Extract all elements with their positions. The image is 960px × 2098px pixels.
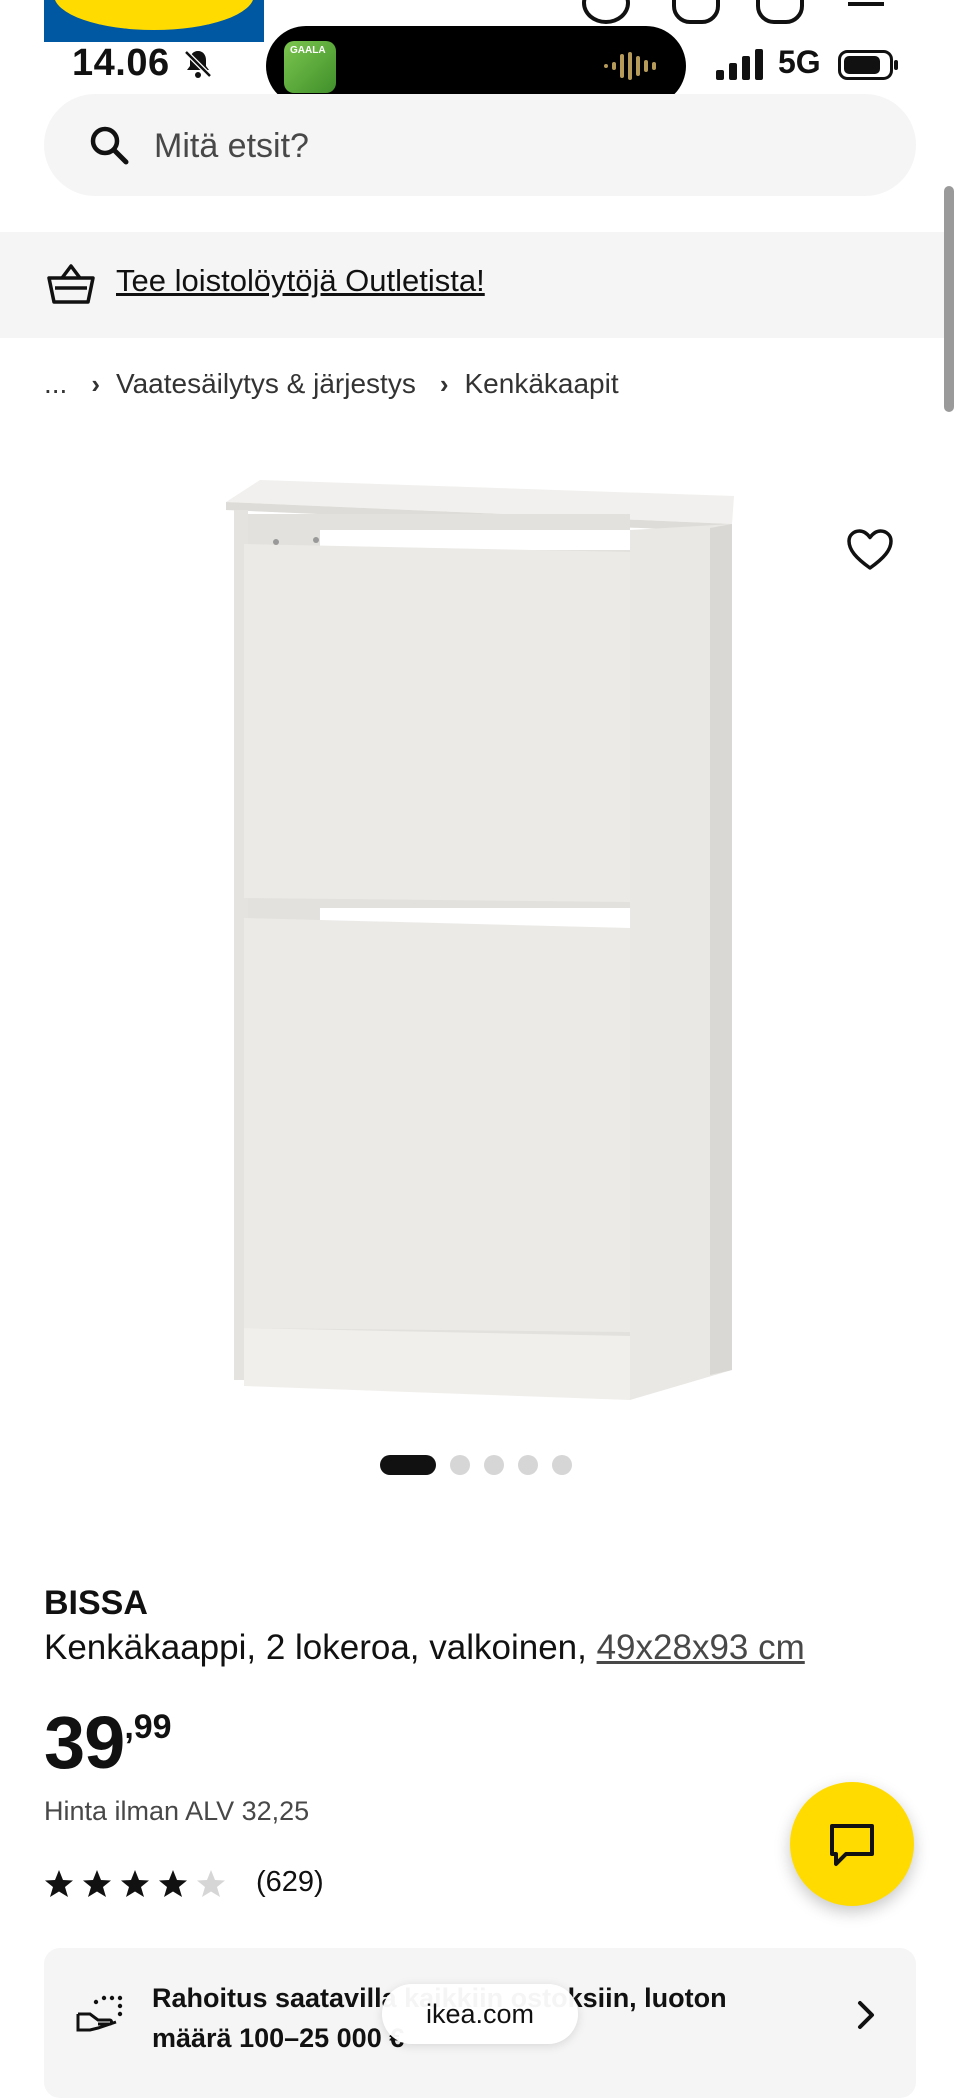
- price-excl-vat: Hinta ilman ALV 32,25: [44, 1796, 310, 1826]
- review-count[interactable]: (629): [256, 1866, 324, 1899]
- audio-wave-icon: [604, 52, 656, 80]
- breadcrumb-item[interactable]: Kenkäkaapit: [465, 368, 619, 400]
- cart-icon[interactable]: [756, 0, 804, 24]
- rating-stars[interactable]: [44, 1866, 236, 1902]
- network-type: 5G: [778, 44, 821, 80]
- carousel-dot[interactable]: [552, 1455, 572, 1475]
- browser-url-bar[interactable]: ikea.com: [382, 1984, 578, 2044]
- product-description-text: Kenkäkaappi, 2 lokeroa, valkoinen,: [44, 1628, 597, 1667]
- cellular-signal-icon: [716, 49, 763, 80]
- star-full-icon: [121, 1870, 149, 1897]
- wishlist-icon[interactable]: [672, 0, 720, 24]
- ikea-logo[interactable]: [44, 0, 264, 42]
- search-input[interactable]: [152, 120, 856, 172]
- breadcrumb-ellipsis[interactable]: ...: [44, 368, 67, 400]
- breadcrumb-item[interactable]: Vaatesäilytys & järjestys: [116, 368, 416, 400]
- product-description: Kenkäkaappi, 2 lokeroa, valkoinen, 49x28…: [44, 1628, 805, 1668]
- star-empty-icon: [197, 1870, 225, 1897]
- account-icon[interactable]: [582, 0, 630, 24]
- star-full-icon: [159, 1870, 187, 1897]
- product-dimensions-link[interactable]: 49x28x93 cm: [597, 1628, 805, 1667]
- chevron-right-icon: ›: [91, 368, 101, 399]
- star-full-icon: [83, 1870, 111, 1897]
- price-decimal: ,99: [124, 1708, 172, 1746]
- product-price: 39,99: [44, 1700, 172, 1785]
- breadcrumb: ... › Vaatesäilytys & järjestys › Kenkäk…: [44, 368, 619, 400]
- chat-button[interactable]: [790, 1782, 914, 1906]
- outlet-link[interactable]: Tee loistolöytöjä Outletista!: [116, 263, 485, 299]
- carousel-dot[interactable]: [518, 1455, 538, 1475]
- product-name: BISSA: [44, 1584, 148, 1622]
- carousel-indicator[interactable]: [380, 1454, 572, 1476]
- carousel-dot[interactable]: [484, 1455, 504, 1475]
- art-text: GAALA: [290, 45, 326, 56]
- bell-off-icon: [184, 50, 212, 78]
- chat-icon: [830, 1824, 874, 1866]
- page-scrollbar[interactable]: [944, 186, 954, 412]
- status-time: 14.06: [72, 42, 170, 84]
- now-playing-art: GAALA: [284, 41, 336, 93]
- menu-icon[interactable]: [848, 2, 884, 40]
- search-bar[interactable]: [44, 94, 916, 196]
- chevron-right-icon: ›: [439, 368, 449, 399]
- chevron-right-icon: [858, 2001, 874, 2029]
- outlet-banner[interactable]: Tee loistolöytöjä Outletista!: [0, 232, 944, 338]
- carousel-dot[interactable]: [450, 1455, 470, 1475]
- price-integer: 39: [44, 1701, 125, 1784]
- battery-icon: [838, 50, 898, 80]
- product-image[interactable]: [220, 470, 740, 1420]
- basket-icon: [47, 264, 95, 304]
- carousel-dot-active[interactable]: [380, 1455, 436, 1475]
- search-icon: [90, 126, 129, 165]
- favorite-heart-icon[interactable]: [846, 528, 894, 572]
- star-full-icon: [45, 1870, 73, 1897]
- hand-payment-icon: [76, 1995, 123, 2032]
